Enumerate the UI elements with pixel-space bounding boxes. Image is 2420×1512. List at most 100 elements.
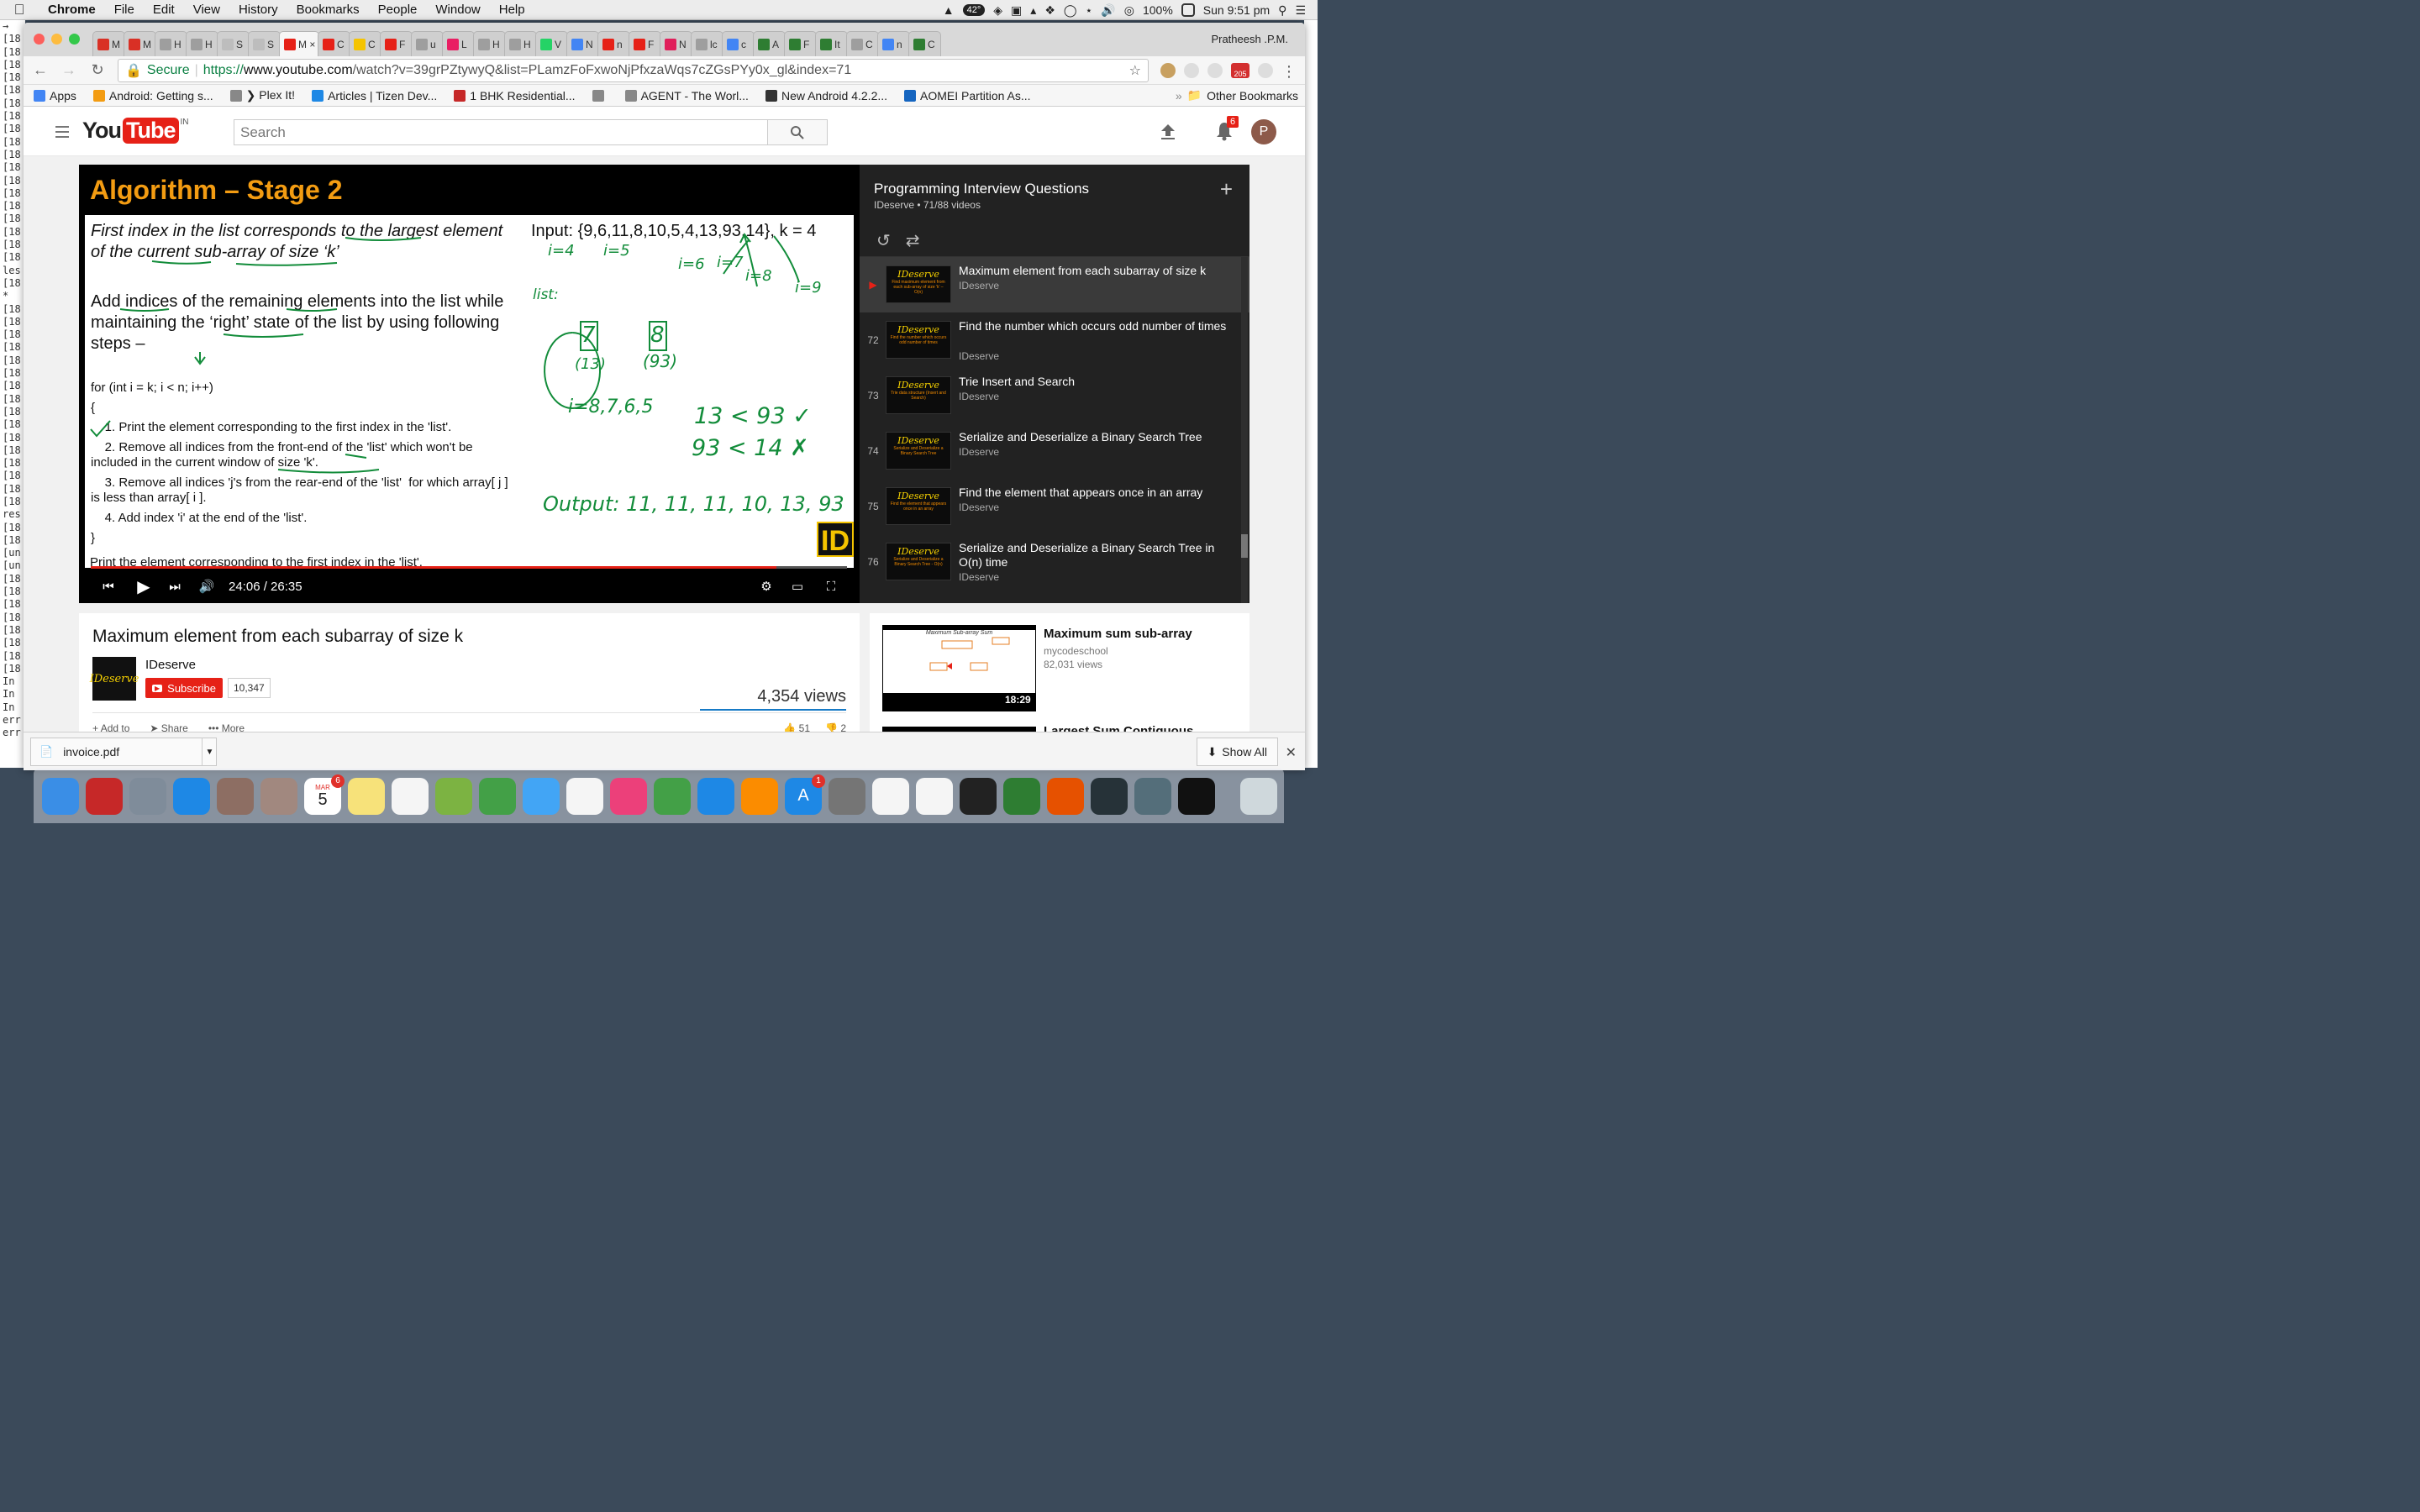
browser-tab[interactable]: C xyxy=(349,31,381,56)
search-button[interactable] xyxy=(767,119,828,145)
minimize-window-button[interactable] xyxy=(51,34,62,45)
playlist-item[interactable]: 72 IDeserve Find the number which occurs o… xyxy=(860,312,1249,368)
bookmark-item[interactable]: Android: Getting s... xyxy=(92,89,213,102)
evernote-icon[interactable] xyxy=(1003,777,1040,815)
browser-tab[interactable]: M × xyxy=(279,31,319,56)
trash-icon[interactable] xyxy=(1240,777,1277,815)
temperature-badge[interactable]: 42° xyxy=(962,4,986,16)
browser-tab[interactable]: V xyxy=(535,31,568,56)
browser-tab[interactable]: n xyxy=(597,31,630,56)
playlist-scrollbar[interactable] xyxy=(1241,257,1248,603)
adobe-status-icon[interactable]: ▴ xyxy=(1030,3,1036,18)
apple-menu-icon[interactable]:  xyxy=(0,2,39,18)
playlist-item[interactable]: 75 IDeserve Find the element that appears … xyxy=(860,479,1249,534)
secure-label[interactable]: Secure xyxy=(147,63,190,78)
browser-tab[interactable]: u xyxy=(411,31,444,56)
browser-tab[interactable]: C xyxy=(908,31,941,56)
browser-tab[interactable]: M I xyxy=(92,31,125,56)
browser-tab[interactable]: F xyxy=(629,31,661,56)
url-text[interactable]: https://www.youtube.com/watch?v=39grPZty… xyxy=(203,63,851,78)
settings-gear-icon[interactable]: ⚙ xyxy=(752,579,781,594)
extension-icon[interactable] xyxy=(1207,62,1223,78)
browser-tab[interactable]: F xyxy=(380,31,413,56)
intellij-icon[interactable] xyxy=(1178,777,1215,815)
playlist-item[interactable]: ▶ IDeserve Find maximum element from each … xyxy=(860,257,1249,312)
chevron-overflow-icon[interactable]: » xyxy=(1176,89,1182,102)
antivirus-icon[interactable] xyxy=(86,777,123,815)
bookmark-item[interactable]: Apps xyxy=(34,89,76,102)
chevron-down-icon[interactable]: ▼ xyxy=(202,738,217,766)
lock-icon[interactable]: 🔒 xyxy=(125,62,142,79)
notes-icon[interactable] xyxy=(348,777,385,815)
shuffle-icon[interactable]: ⇄ xyxy=(906,230,920,251)
bookmark-item[interactable]: 1 BHK Residential... xyxy=(454,89,576,102)
show-all-downloads-button[interactable]: ⬇ Show All xyxy=(1196,738,1278,766)
playlist-item[interactable]: 76 IDeserve Serialize and Deserialize a Bi… xyxy=(860,534,1249,590)
bookmark-item[interactable]: AOMEI Partition As... xyxy=(904,89,1031,102)
guide-menu-icon[interactable] xyxy=(55,126,69,141)
bluetooth-icon[interactable]: ⋆ xyxy=(1086,3,1093,18)
facetime-icon[interactable] xyxy=(479,777,516,815)
notification-count[interactable]: 6 xyxy=(1227,116,1239,128)
browser-tab[interactable]: H xyxy=(504,31,537,56)
loop-icon[interactable]: ↺ xyxy=(876,230,891,251)
address-bar[interactable]: 🔒 Secure | https://www.youtube.com/watch… xyxy=(118,58,1149,82)
wifi-icon[interactable]: ◎ xyxy=(1124,3,1134,18)
appstore-icon[interactable]: A1 xyxy=(785,774,825,815)
playlist-item-thumbnail[interactable]: IDeserve Trie data structure (Insert and … xyxy=(886,376,951,414)
playlist-item[interactable]: 74 IDeserve Serialize and Deserialize a Bi… xyxy=(860,423,1249,479)
system-preferences-icon[interactable] xyxy=(829,777,865,815)
forward-arrow-icon[interactable]: → xyxy=(60,61,77,79)
account-avatar[interactable]: P xyxy=(1251,119,1276,144)
browser-tab[interactable]: L xyxy=(442,31,475,56)
messages-icon[interactable] xyxy=(523,777,560,815)
notification-center-icon[interactable]: ☰ xyxy=(1295,3,1306,18)
browser-tab[interactable]: C xyxy=(846,31,879,56)
play-icon[interactable]: ▶ xyxy=(129,576,158,597)
menu-view[interactable]: View xyxy=(184,3,229,17)
chrome-icon[interactable] xyxy=(872,777,909,815)
finder-icon[interactable] xyxy=(42,777,79,815)
preview-icon[interactable] xyxy=(217,777,254,815)
download-item[interactable]: 📄 invoice.pdf xyxy=(30,738,217,766)
browser-tab[interactable]: C xyxy=(318,31,350,56)
skype-extension-icon[interactable] xyxy=(1258,62,1273,78)
backup-status-icon[interactable]: ▣ xyxy=(1011,3,1022,18)
menu-app-name[interactable]: Chrome xyxy=(39,3,105,17)
playlist-title[interactable]: Programming Interview Questions xyxy=(874,181,1089,197)
browser-tab[interactable]: c xyxy=(722,31,755,56)
battery-icon[interactable] xyxy=(1181,3,1195,17)
previous-icon[interactable]: ⏮ xyxy=(87,580,129,594)
photos-icon[interactable] xyxy=(566,777,603,815)
time-machine-icon[interactable]: ◯ xyxy=(1064,3,1077,18)
subscribe-button[interactable]: ▶ Subscribe xyxy=(145,678,223,698)
zoom-window-button[interactable] xyxy=(69,34,80,45)
related-channel[interactable]: mycodeschool xyxy=(1044,645,1108,657)
back-arrow-icon[interactable]: ← xyxy=(32,61,49,79)
menu-window[interactable]: Window xyxy=(426,3,489,17)
bookmark-item[interactable]: AGENT - The Worl... xyxy=(624,89,749,102)
terminal-icon[interactable] xyxy=(960,777,997,815)
menu-edit[interactable]: Edit xyxy=(144,3,184,17)
browser-tab[interactable]: n xyxy=(877,31,910,56)
menu-bookmarks[interactable]: Bookmarks xyxy=(287,3,369,17)
textedit-icon[interactable] xyxy=(916,777,953,815)
close-window-button[interactable] xyxy=(34,34,45,45)
activity-monitor-icon[interactable] xyxy=(1091,777,1128,815)
next-icon[interactable]: ⏭ xyxy=(158,580,192,594)
profile-name[interactable]: Pratheesh .P.M. xyxy=(1211,33,1288,45)
menu-file[interactable]: File xyxy=(105,3,144,17)
menu-help[interactable]: Help xyxy=(490,3,534,17)
youtube-logo[interactable]: You Tube IN xyxy=(82,118,189,144)
ibooks-icon[interactable] xyxy=(741,777,778,815)
evernote-status-icon[interactable]: ◈ xyxy=(993,3,1002,18)
other-bookmarks[interactable]: » 📁 Other Bookmarks xyxy=(1176,88,1298,102)
video-player[interactable]: Algorithm – Stage 2 First index in the l… xyxy=(79,165,860,603)
browser-tab[interactable]: F xyxy=(784,31,817,56)
browser-tab[interactable]: H xyxy=(155,31,187,56)
reminders-icon[interactable] xyxy=(392,777,429,815)
calendar-icon[interactable]: MAR 5 6 xyxy=(304,774,345,815)
bookmark-item[interactable] xyxy=(592,89,608,102)
fullscreen-icon[interactable]: ⛶ xyxy=(814,580,848,594)
browser-tab[interactable]: H xyxy=(473,31,506,56)
